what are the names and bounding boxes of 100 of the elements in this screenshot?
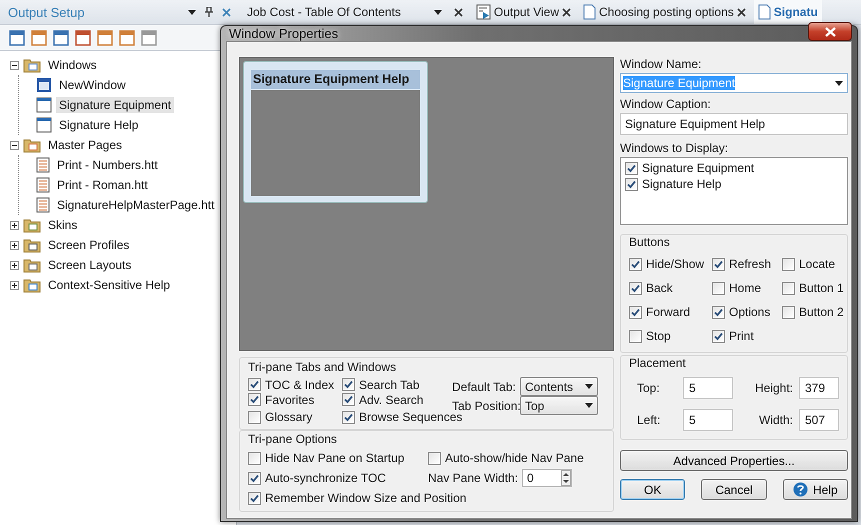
dropdown-arrow-icon[interactable] <box>835 80 843 86</box>
window-caption-field[interactable]: Signature Equipment Help <box>620 113 848 135</box>
output-view-icon <box>474 4 491 20</box>
dropdown-arrow-icon[interactable] <box>585 384 593 389</box>
tree-item[interactable]: Print - Roman.htt <box>54 177 151 193</box>
checkbox[interactable] <box>248 472 261 484</box>
collapse-icon[interactable] <box>10 60 19 70</box>
checkbox[interactable] <box>629 306 642 318</box>
checkbox-label: Search Tab <box>359 378 420 392</box>
checkbox-label: Print <box>729 329 754 343</box>
checkbox-label: Refresh <box>729 257 772 271</box>
placement-field[interactable]: 5 <box>683 377 733 399</box>
checkbox-label: Locate <box>799 257 836 271</box>
expand-icon[interactable] <box>10 240 19 250</box>
document-icon <box>758 4 771 20</box>
placement-field[interactable]: 507 <box>799 409 839 431</box>
checkbox[interactable] <box>712 258 725 270</box>
dropdown-arrow-icon[interactable] <box>585 403 593 408</box>
checkbox-label: Home <box>729 281 762 295</box>
nav-pane-width-field[interactable]: 0 <box>522 469 572 487</box>
checkbox[interactable] <box>712 282 725 294</box>
dropdown-arrow-icon[interactable] <box>188 10 196 14</box>
checkbox[interactable] <box>629 258 642 270</box>
page-icon <box>36 177 50 193</box>
checkbox[interactable] <box>782 258 795 270</box>
placement-label: Height: <box>754 381 793 395</box>
checkbox[interactable] <box>712 306 725 318</box>
folder-icon <box>23 57 41 73</box>
checkbox[interactable] <box>248 492 261 504</box>
checkbox-label: Options <box>729 305 770 319</box>
advanced-properties-button[interactable]: Advanced Properties... <box>620 450 848 471</box>
checkbox[interactable] <box>342 393 355 406</box>
tree-item[interactable]: Windows <box>45 57 100 73</box>
expand-icon[interactable] <box>10 260 19 270</box>
tab-select[interactable]: Top <box>520 396 598 415</box>
checkbox[interactable] <box>248 452 261 464</box>
document-tab[interactable]: Choosing posting options <box>579 0 750 24</box>
toolbar-icon[interactable] <box>96 28 114 46</box>
document-tab[interactable]: Job Cost - Table Of Contents <box>243 0 467 24</box>
checkbox[interactable] <box>782 306 795 318</box>
close-icon[interactable] <box>736 8 746 16</box>
checkbox-label: Adv. Search <box>359 392 424 406</box>
close-icon[interactable] <box>454 8 463 16</box>
group-title: Tri-pane Tabs and Windows <box>248 360 398 374</box>
ok-button[interactable]: OK <box>620 479 686 500</box>
document-tab[interactable]: Output View <box>470 0 576 24</box>
collapse-icon[interactable] <box>10 140 19 150</box>
checkbox[interactable] <box>782 282 795 294</box>
tree-item[interactable]: Signature Equipment <box>56 97 174 113</box>
checkbox[interactable] <box>428 452 441 464</box>
tab-select[interactable]: Contents <box>520 377 598 396</box>
cancel-button[interactable]: Cancel <box>701 479 767 500</box>
checkbox[interactable] <box>629 282 642 294</box>
checkbox[interactable] <box>248 410 261 424</box>
tree-item[interactable]: NewWindow <box>56 77 129 93</box>
checkbox[interactable] <box>342 410 355 424</box>
tree-item[interactable]: Screen Profiles <box>45 237 132 253</box>
checkbox[interactable] <box>342 378 355 391</box>
toolbar-icon[interactable] <box>8 28 26 46</box>
toolbar-icon[interactable] <box>30 28 48 46</box>
toolbar-icon[interactable] <box>118 28 136 46</box>
dropdown-arrow-icon[interactable] <box>434 10 442 14</box>
tree-item[interactable]: Context-Sensitive Help <box>45 277 174 293</box>
tree-item[interactable]: Print - Numbers.htt <box>54 157 161 173</box>
checkbox[interactable] <box>625 162 638 174</box>
pin-icon[interactable] <box>205 7 213 17</box>
checkbox[interactable] <box>712 330 725 342</box>
checkbox[interactable] <box>625 178 638 190</box>
tree-item[interactable]: Master Pages <box>45 137 126 153</box>
checkbox-label: Hide Nav Pane on Startup <box>265 451 404 465</box>
expand-icon[interactable] <box>10 280 19 290</box>
preview-caption: Signature Equipment Help <box>251 70 420 89</box>
page-icon <box>36 157 50 173</box>
checkbox-label: Glossary <box>265 410 312 424</box>
close-button[interactable] <box>808 22 852 41</box>
tree-item[interactable]: Screen Layouts <box>45 257 134 273</box>
field-label: Window Caption: <box>620 97 712 111</box>
toolbar-icon[interactable] <box>52 28 70 46</box>
toolbar-icon[interactable] <box>74 28 92 46</box>
toolbar-icon[interactable] <box>140 28 158 46</box>
tree-item[interactable]: Skins <box>45 217 80 233</box>
document-tab[interactable]: Signatu <box>754 0 822 24</box>
document-icon <box>583 4 596 20</box>
checkbox-label: Back <box>646 281 673 295</box>
placement-field[interactable]: 379 <box>799 377 839 399</box>
checkbox-label: Signature Equipment <box>642 161 754 175</box>
tree-item[interactable]: Signature Help <box>56 117 142 133</box>
expand-icon[interactable] <box>10 220 19 230</box>
close-icon[interactable] <box>562 8 572 16</box>
spinner-icon[interactable] <box>561 470 572 486</box>
page-icon <box>36 197 50 213</box>
placement-field[interactable]: 5 <box>683 409 733 431</box>
checkbox[interactable] <box>248 393 261 406</box>
folder-icon <box>23 277 41 293</box>
checkbox[interactable] <box>629 330 642 342</box>
window-icon <box>36 117 52 133</box>
select-label: Default Tab: <box>452 380 516 394</box>
checkbox[interactable] <box>248 378 261 391</box>
tree-item[interactable]: SignatureHelpMasterPage.htt <box>54 197 218 213</box>
help-button[interactable]: Help <box>782 479 848 500</box>
